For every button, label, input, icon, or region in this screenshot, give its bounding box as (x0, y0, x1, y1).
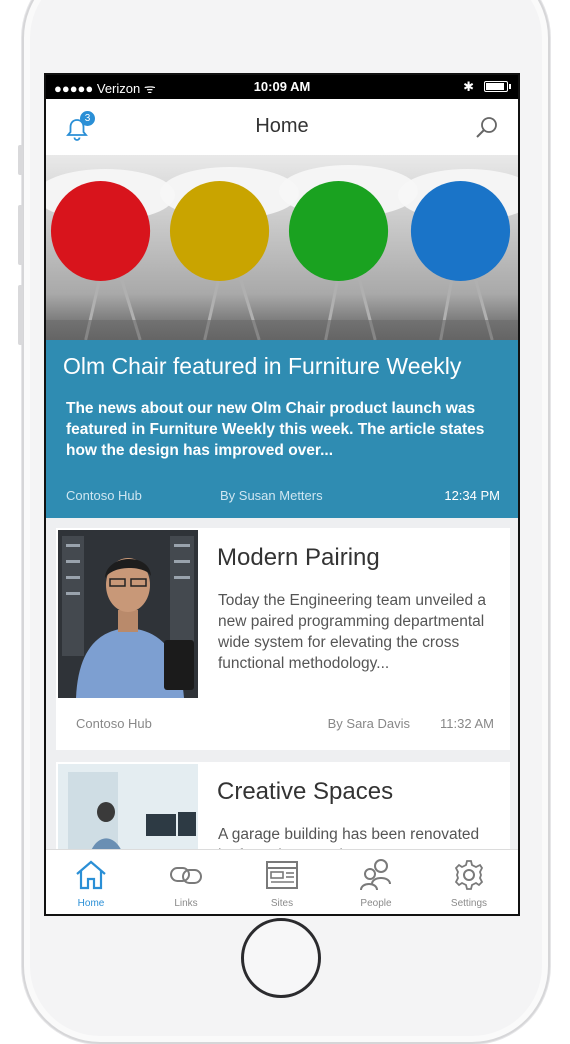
sites-icon (266, 861, 298, 889)
phone-screen: ●●●●● Verizon ᯤ 10:09 AM ✱ 3 Home Olm Ch… (44, 73, 520, 916)
hero-news-card[interactable]: Olm Chair featured in Furniture Weekly T… (46, 155, 518, 518)
tab-settings[interactable]: Settings (424, 850, 514, 914)
tab-label: Sites (270, 898, 294, 909)
volume-up-button (18, 205, 23, 265)
card-title: Modern Pairing (217, 544, 380, 571)
tab-label: Links (174, 898, 198, 909)
search-icon[interactable] (474, 115, 500, 141)
tab-label: Settings (450, 898, 488, 909)
tab-links[interactable]: Links (141, 850, 231, 914)
hero-time: 12:34 PM (444, 488, 500, 503)
hero-title: Olm Chair featured in Furniture Weekly (63, 353, 462, 379)
tab-bar: Home Links Sites People Settings (46, 849, 518, 914)
card-source: Contoso Hub (76, 716, 152, 731)
tab-sites[interactable]: Sites (237, 850, 327, 914)
news-card[interactable]: Modern Pairing Today the Engineering tea… (56, 528, 510, 750)
tab-home[interactable]: Home (46, 850, 136, 914)
card-author: By Sara Davis (327, 716, 410, 731)
card-title: Creative Spaces (217, 778, 394, 805)
tab-label: People (360, 898, 392, 909)
link-icon (170, 867, 202, 884)
engineer-photo (58, 530, 198, 698)
mute-switch (18, 145, 23, 175)
tab-people[interactable]: People (331, 850, 421, 914)
chairs-image (46, 155, 518, 340)
page-title: Home (255, 115, 309, 137)
gear-icon (454, 860, 484, 890)
hero-summary: The news about our new Olm Chair product… (66, 400, 485, 459)
hero-source: Contoso Hub (66, 488, 142, 503)
home-hardware-button[interactable] (241, 918, 321, 998)
bluetooth-icon: ✱ (463, 79, 474, 94)
status-bar: ●●●●● Verizon ᯤ 10:09 AM ✱ (46, 75, 518, 99)
nav-bar: 3 Home (46, 99, 518, 156)
home-icon (76, 860, 106, 890)
status-time: 10:09 AM (253, 79, 311, 94)
hero-author: By Susan Metters (220, 488, 323, 503)
card-time: 11:32 AM (440, 716, 494, 731)
volume-down-button (18, 285, 23, 345)
tab-label: Home (77, 898, 105, 909)
card-summary: Today the Engineering team unveiled a ne… (218, 592, 486, 672)
battery-icon (484, 81, 511, 92)
people-icon (360, 859, 391, 891)
